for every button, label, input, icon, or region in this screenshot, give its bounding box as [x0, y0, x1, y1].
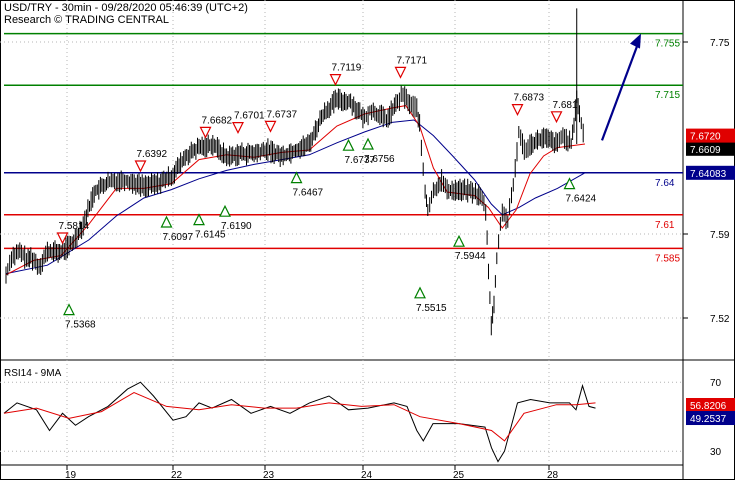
rsi-line — [3, 381, 596, 463]
rsi-title: RSI14 - 9MA — [4, 368, 62, 379]
high-label: 7.7171 — [397, 55, 428, 66]
high-marker — [264, 120, 277, 133]
high-marker — [511, 103, 524, 116]
high-marker — [329, 73, 342, 86]
high-label: 7.5814 — [59, 221, 90, 232]
low-label: 7.5368 — [65, 320, 96, 331]
time-tick-label: 25 — [453, 470, 465, 480]
price-tag: 7.6720 — [690, 132, 721, 143]
low-label: 7.6097 — [163, 232, 194, 243]
high-marker — [232, 121, 244, 134]
low-marker — [342, 138, 355, 151]
high-label: 7.681 — [553, 100, 578, 111]
time-tick-label: 23 — [263, 470, 275, 480]
price-tag: 7.64083 — [690, 169, 727, 180]
low-marker — [362, 137, 374, 150]
chart-title: USD/TRY - 30min - 09/28/2020 05:46:39 (U… — [4, 2, 248, 14]
rsi-tag: 49.2537 — [690, 414, 727, 425]
rsi-tag: 56.8206 — [690, 401, 727, 412]
high-label: 7.7119 — [332, 63, 362, 74]
low-label: 7.6756 — [364, 154, 395, 165]
rsi-ma-line — [3, 392, 596, 442]
chart-canvas: 19 22 23 24 25 28 7.52 7.59 7.75 30 70 7.755 7.715 7.… — [0, 0, 735, 480]
low-label: 7.6467 — [293, 188, 324, 199]
time-tick-label: 22 — [171, 470, 183, 480]
low-marker — [193, 213, 205, 226]
low-marker — [63, 303, 75, 316]
time-tick-label: 24 — [361, 470, 373, 480]
high-label: 7.6737 — [267, 109, 298, 120]
high-label: 7.6873 — [514, 93, 545, 104]
low-marker — [219, 204, 231, 217]
low-label: 7.5515 — [416, 303, 447, 314]
low-marker — [290, 171, 303, 184]
high-marker — [134, 160, 147, 173]
chart-source: Research © TRADING CENTRAL — [4, 14, 169, 26]
rsi-tick-label: 70 — [710, 378, 722, 389]
time-tick-label: 19 — [65, 470, 77, 480]
high-label: 7.6682 — [202, 115, 233, 126]
level-label: 7.585 — [655, 253, 680, 264]
level-label: 7.715 — [655, 90, 680, 101]
level-label: 7.61 — [655, 220, 675, 231]
level-label: 7.755 — [655, 39, 680, 50]
high-marker — [394, 66, 407, 79]
price-tick-label: 7.59 — [710, 230, 730, 241]
time-tick-label: 28 — [547, 470, 559, 480]
low-label: 7.6424 — [566, 194, 597, 205]
forecast-arrow-shaft — [600, 43, 640, 141]
low-label: 7.5944 — [455, 251, 486, 262]
low-marker — [453, 234, 465, 247]
low-marker — [160, 215, 173, 228]
rsi-tick-label: 30 — [710, 447, 722, 458]
high-marker — [199, 126, 212, 139]
high-marker — [550, 111, 563, 124]
low-marker — [414, 286, 426, 299]
level-label: 7.64 — [655, 178, 675, 189]
price-tag: 7.6609 — [690, 145, 721, 156]
price-tick-label: 7.75 — [710, 38, 730, 49]
forecast-arrow-head — [630, 33, 641, 49]
high-label: 7.6701 — [234, 111, 265, 122]
high-label: 7.6392 — [137, 149, 168, 160]
price-tick-label: 7.52 — [710, 314, 730, 325]
low-label: 7.6190 — [221, 221, 252, 232]
candles — [5, 85, 584, 336]
